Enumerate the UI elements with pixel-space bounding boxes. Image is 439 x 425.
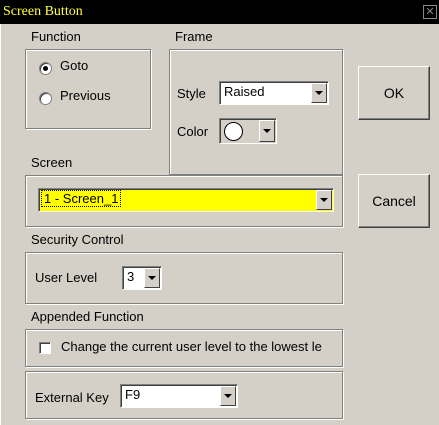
goto-radio[interactable] [39,62,52,75]
style-select[interactable]: Raised [219,81,329,105]
frame-group: Style Raised Color [169,49,343,175]
chevron-down-icon[interactable] [311,83,327,103]
title-bar: Screen Button ✕ [0,0,439,24]
dialog-body: Function Goto Previous Frame Style Raise… [0,24,439,425]
ok-button[interactable]: OK [358,66,430,120]
change-level-label: Change the current user level to the low… [61,339,322,354]
user-level-label: User Level [35,270,98,285]
screen-group-label: Screen [31,155,73,170]
goto-radio-label: Goto [60,58,89,73]
external-key-group: External Key F9 [25,371,343,419]
chevron-down-icon[interactable] [316,190,332,210]
color-swatch-icon [224,122,243,141]
frame-group-label: Frame [175,29,213,44]
previous-radio-label: Previous [60,88,111,103]
radio-dot-icon [43,66,48,71]
user-level-select[interactable]: 3 [122,266,162,290]
screen-select[interactable]: 1 - Screen_1 [38,188,334,212]
function-group: Goto Previous [25,49,151,129]
style-label: Style [177,86,206,101]
function-group-label: Function [31,29,81,44]
previous-radio[interactable] [39,92,52,105]
chevron-down-icon[interactable] [259,120,275,142]
color-select[interactable] [219,118,277,144]
style-value: Raised [224,84,265,99]
security-group-label: Security Control [31,232,124,247]
external-key-value: F9 [125,387,141,402]
screen-value: 1 - Screen_1 [41,190,122,207]
external-key-label: External Key [35,390,109,405]
color-label: Color [177,124,209,139]
window-title: Screen Button [3,4,83,19]
security-group: User Level 3 [25,252,343,304]
appended-group-label: Appended Function [31,309,144,324]
screen-group: 1 - Screen_1 [25,175,343,227]
cancel-button[interactable]: Cancel [358,174,430,228]
external-key-select[interactable]: F9 [120,384,238,408]
chevron-down-icon[interactable] [144,268,160,288]
appended-group: Change the current user level to the low… [25,329,343,367]
change-level-checkbox[interactable] [39,342,51,354]
chevron-down-icon[interactable] [220,386,236,406]
user-level-value: 3 [127,269,135,284]
close-icon[interactable]: ✕ [423,5,437,19]
